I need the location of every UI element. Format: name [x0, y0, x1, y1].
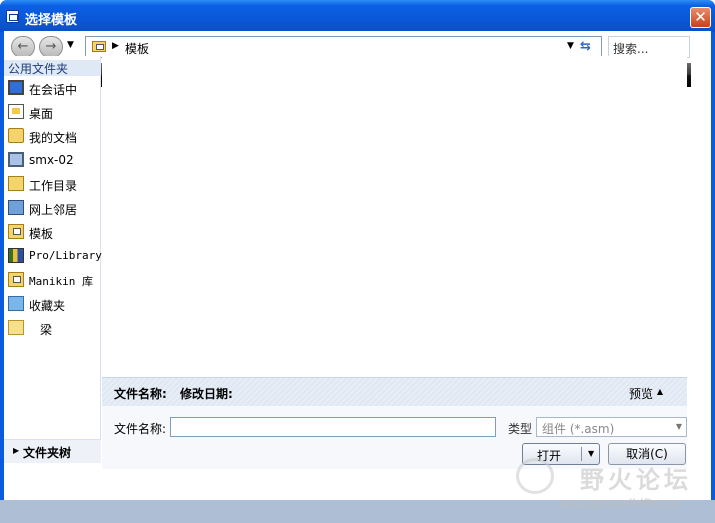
- column-header-name[interactable]: 文件名称:: [114, 385, 167, 402]
- folder-tree-label: 文件夹树: [23, 446, 72, 460]
- watermark-url: www.proewildfire.cn: [560, 497, 681, 511]
- file-type-value: 组件 (*.asm): [542, 422, 615, 436]
- working-directory-icon: [8, 176, 24, 191]
- computer-icon: [8, 152, 24, 167]
- window-title: 选择模板: [25, 13, 78, 28]
- folder-icon: [8, 320, 24, 335]
- session-icon: [8, 80, 24, 95]
- watermark: 野火论坛 www.proewildfire.cn: [502, 452, 710, 518]
- search-placeholder: 搜索...: [613, 42, 649, 56]
- favorites-icon: [8, 296, 24, 311]
- sidebar-item-label: 模板: [29, 227, 54, 241]
- close-button[interactable]: ✕: [690, 7, 711, 28]
- sidebar-item-desktop[interactable]: 桌面: [4, 102, 101, 122]
- desktop-icon: [8, 104, 24, 119]
- sidebar-item-label: 工作目录: [29, 179, 78, 193]
- sidebar-item-working-directory[interactable]: 工作目录: [4, 174, 101, 194]
- sidebar-item-label: 收藏夹: [29, 299, 66, 313]
- forward-button[interactable]: →: [39, 36, 63, 58]
- sidebar: 公用文件夹 在会话中 桌面 我的文档 smx-02 工作目录 网上邻居 模板 P…: [4, 56, 102, 463]
- file-list[interactable]: [102, 56, 687, 377]
- library-icon: [8, 248, 24, 263]
- folder-icon: [8, 272, 24, 287]
- sidebar-item-my-documents[interactable]: 我的文档: [4, 126, 101, 146]
- title-bar[interactable]: 选择模板 ✕: [0, 0, 715, 32]
- sidebar-item-label: 我的文档: [29, 131, 78, 145]
- sidebar-item-network[interactable]: 网上邻居: [4, 198, 101, 218]
- sidebar-item-label: 梁: [40, 323, 53, 337]
- type-label: 类型: [508, 422, 533, 436]
- my-documents-icon: [8, 128, 24, 143]
- preview-toggle[interactable]: 预览: [629, 385, 653, 402]
- sidebar-item-pro-library[interactable]: Pro/Library: [4, 246, 102, 266]
- sidebar-item-label: 桌面: [29, 107, 54, 121]
- address-path[interactable]: 模板: [125, 40, 149, 57]
- dialog-window: 选择模板 ✕ ← → ▼ ▶ 模板 ▼ ⇆ 搜索... 组织 ⌄: [0, 0, 715, 523]
- sidebar-item-label: 在会话中: [29, 83, 78, 97]
- sidebar-item-computer[interactable]: smx-02: [4, 150, 101, 170]
- back-button[interactable]: ←: [11, 36, 35, 58]
- network-icon: [8, 200, 24, 215]
- column-header-modified[interactable]: 修改日期:: [180, 385, 233, 402]
- sidebar-item-manikin-library[interactable]: Manikin 库: [4, 270, 101, 290]
- sidebar-item-label: Manikin 库: [29, 275, 93, 288]
- details-header: 文件名称: 修改日期: 预览 ▲: [102, 377, 687, 406]
- sidebar-item-label: smx-02: [29, 153, 74, 167]
- sidebar-header: 公用文件夹: [4, 60, 101, 76]
- sidebar-item-favorites[interactable]: 收藏夹: [4, 294, 101, 314]
- sidebar-item-beam[interactable]: 梁: [4, 318, 101, 338]
- history-dropdown-icon[interactable]: ▼: [67, 40, 74, 50]
- chevron-up-icon[interactable]: ▲: [657, 387, 663, 396]
- watermark-logo-icon: [516, 458, 554, 494]
- expand-icon: ▶: [13, 446, 20, 455]
- window-icon: [6, 10, 19, 23]
- watermark-text: 野火论坛: [580, 466, 692, 494]
- breadcrumb-arrow-icon[interactable]: ▶: [112, 41, 119, 51]
- folder-tree-toggle[interactable]: ▶ 文件夹树: [4, 439, 101, 463]
- sidebar-item-templates[interactable]: 模板: [4, 222, 101, 242]
- filename-label: 文件名称:: [114, 422, 167, 436]
- refresh-icon[interactable]: ⇆: [580, 39, 598, 55]
- folder-icon: [8, 224, 24, 239]
- address-bar[interactable]: ▶ 模板 ▼ ⇆: [85, 36, 602, 58]
- chevron-down-icon: ▼: [675, 422, 682, 431]
- sidebar-item-session[interactable]: 在会话中: [4, 78, 101, 98]
- file-type-select[interactable]: 组件 (*.asm) ▼: [536, 417, 687, 437]
- filename-input[interactable]: [170, 417, 496, 437]
- folder-icon: [92, 41, 106, 52]
- sidebar-item-label: 网上邻居: [29, 203, 78, 217]
- sidebar-item-label: Pro/Library: [29, 249, 102, 262]
- search-input[interactable]: 搜索...: [608, 36, 690, 58]
- address-dropdown-icon[interactable]: ▼: [567, 41, 574, 51]
